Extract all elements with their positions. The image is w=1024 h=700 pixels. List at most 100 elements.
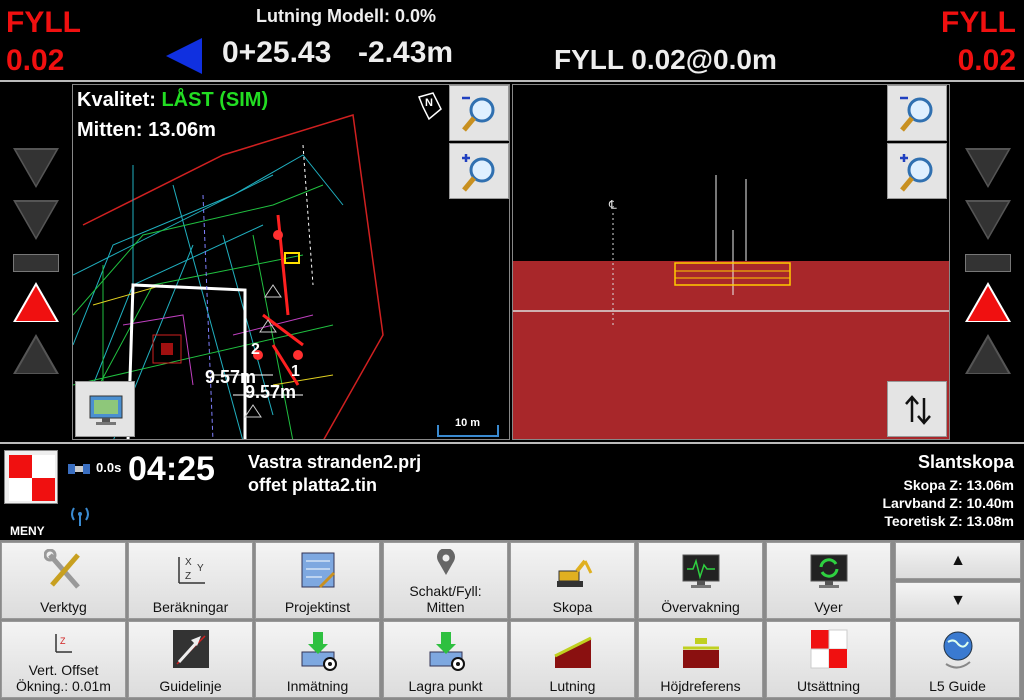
svg-text:Z: Z (185, 571, 191, 582)
map-layer-button[interactable] (75, 381, 135, 437)
monitor-map-icon (89, 395, 123, 425)
slope-button[interactable]: Lutning (510, 621, 635, 698)
center-distance: Mitten: 13.06m (77, 119, 216, 141)
l5-guide-label: L5 Guide (929, 678, 986, 694)
scroll-down-button[interactable]: ▼ (895, 582, 1021, 619)
tools-button[interactable]: Verktyg (1, 542, 126, 619)
swap-view-button[interactable] (887, 381, 947, 437)
stakeout-label: Utsättning (796, 678, 861, 694)
left-guidance-column (0, 84, 72, 440)
cross-zoom-in-button[interactable] (887, 143, 947, 199)
menu-button[interactable] (4, 450, 58, 504)
plan-view[interactable]: Kvalitet: LÅST (SIM) Mitten: 13.06m 2 1 … (72, 84, 510, 440)
up-arrow-icon (965, 334, 1011, 374)
zoom-in-icon (900, 154, 933, 192)
cut-fill-label: Schakt/Fyll: Mitten (409, 583, 482, 615)
fill-info-text: FYLL 0.02@0.0m (554, 44, 777, 75)
status-bar: MENY 0.0s 04:25 Vastra stranden2.prj off… (0, 442, 1024, 540)
right-fill-value: 0.02 (957, 44, 1016, 77)
checker-flag-icon (9, 455, 55, 501)
dimension-label: 9.57m (245, 382, 297, 402)
zoom-in-icon (462, 154, 495, 192)
quality-label-text: Kvalitet: (77, 89, 156, 111)
l5-guide-button[interactable]: L5 Guide (895, 621, 1020, 698)
slope-model-text: Lutning Modell: 0.0% (256, 6, 436, 26)
bucket-z: Skopa Z: 13.06m (903, 477, 1015, 493)
views-button[interactable]: Vyer (766, 542, 891, 619)
cut-fill-button[interactable]: Schakt/Fyll: Mitten (383, 542, 508, 619)
scroll-up-button[interactable]: ▲ (895, 542, 1021, 579)
store-point-icon (429, 632, 465, 671)
marker-2: 2 (251, 341, 260, 358)
direction-arrow-icon (166, 38, 202, 74)
height-reference-button[interactable]: Höjdreferens (638, 621, 763, 698)
store-point-button[interactable]: Lagra punkt (383, 621, 508, 698)
slope-icon (554, 636, 592, 668)
svg-text:Z: Z (60, 636, 66, 646)
guideline-arrow-icon (173, 630, 209, 668)
monitoring-label: Övervakning (661, 599, 740, 615)
zoom-out-icon (900, 96, 933, 132)
marker-1: 1 (291, 363, 300, 380)
track-z: Larvband Z: 10.40m (882, 495, 1015, 511)
down-arrow-icon (13, 200, 59, 240)
stakeout-flag-icon (810, 629, 848, 669)
monitoring-button[interactable]: Övervakning (638, 542, 763, 619)
cross-section-view[interactable]: ℄ (512, 84, 950, 440)
vertical-offset-label: Vert. Offset Ökning.: 0.01m (16, 662, 111, 694)
globe-icon (943, 631, 973, 669)
down-arrow-icon (965, 148, 1011, 188)
header-bar: FYLL 0.02 Lutning Modell: 0.0% 0+25.43 -… (0, 0, 1024, 82)
xyz-axes-icon: X Y Z (178, 557, 205, 584)
svg-text:Y: Y (197, 563, 204, 574)
satellite-icon (68, 464, 90, 474)
bucket-button[interactable]: Skopa (510, 542, 635, 619)
height-reference-label: Höjdreferens (660, 678, 741, 694)
down-arrow-icon (13, 148, 59, 188)
excavator-icon (557, 559, 593, 587)
north-arrow-icon[interactable]: N (415, 89, 445, 121)
blueprint-icon (301, 552, 336, 589)
scale-bar: 10 m (437, 417, 499, 437)
views-label: Vyer (814, 599, 843, 615)
up-arrow-icon (13, 334, 59, 374)
calculations-button[interactable]: X Y Z Beräkningar (128, 542, 253, 619)
tool-name: Slantskopa (917, 452, 1014, 472)
cross-zoom-out-button[interactable] (887, 85, 947, 141)
theoretical-z: Teoretisk Z: 13.08m (884, 513, 1014, 529)
offset-value: -2.43m (358, 36, 454, 69)
guideline-label: Guidelinje (159, 678, 222, 694)
stakeout-button[interactable]: Utsättning (766, 621, 891, 698)
download-point-icon (301, 632, 337, 671)
monitor-refresh-icon (810, 554, 848, 588)
svg-text:℄: ℄ (608, 198, 617, 212)
project-settings-label: Projektinst (284, 599, 351, 615)
scale-label: 10 m (455, 417, 481, 429)
vertical-axis-icon: Z (55, 634, 72, 653)
zoom-out-icon (462, 96, 495, 132)
bucket-label: Skopa (552, 599, 593, 615)
location-pin-icon (437, 549, 455, 575)
monitor-pulse-icon (682, 554, 720, 588)
left-fill-value: 0.02 (6, 44, 65, 77)
up-arrow-active-icon (965, 282, 1011, 322)
swap-arrows-icon (905, 395, 931, 425)
svg-text:X: X (185, 557, 192, 568)
toolbar: Verktyg X Y Z Beräkningar Projektinst Sc… (0, 540, 1024, 700)
guideline-button[interactable]: Guidelinje (128, 621, 253, 698)
project-settings-button[interactable]: Projektinst (255, 542, 380, 619)
height-reference-icon (683, 638, 719, 668)
menu-label: MENY (10, 524, 45, 538)
up-arrow-active-icon (13, 282, 59, 322)
left-fill-label: FYLL (6, 6, 81, 39)
clock-time: 04:25 (128, 450, 215, 488)
north-letter: N (425, 97, 433, 109)
zoom-in-button[interactable] (449, 143, 509, 199)
vertical-offset-button[interactable]: Z Vert. Offset Ökning.: 0.01m (1, 621, 126, 698)
project-file: Vastra stranden2.prj (248, 452, 422, 472)
on-grade-bar-icon (13, 254, 59, 272)
zoom-out-button[interactable] (449, 85, 509, 141)
measure-button[interactable]: Inmätning (255, 621, 380, 698)
station-value: 0+25.43 (222, 36, 332, 69)
quality-label: Kvalitet: LÅST (SIM) (77, 89, 268, 112)
